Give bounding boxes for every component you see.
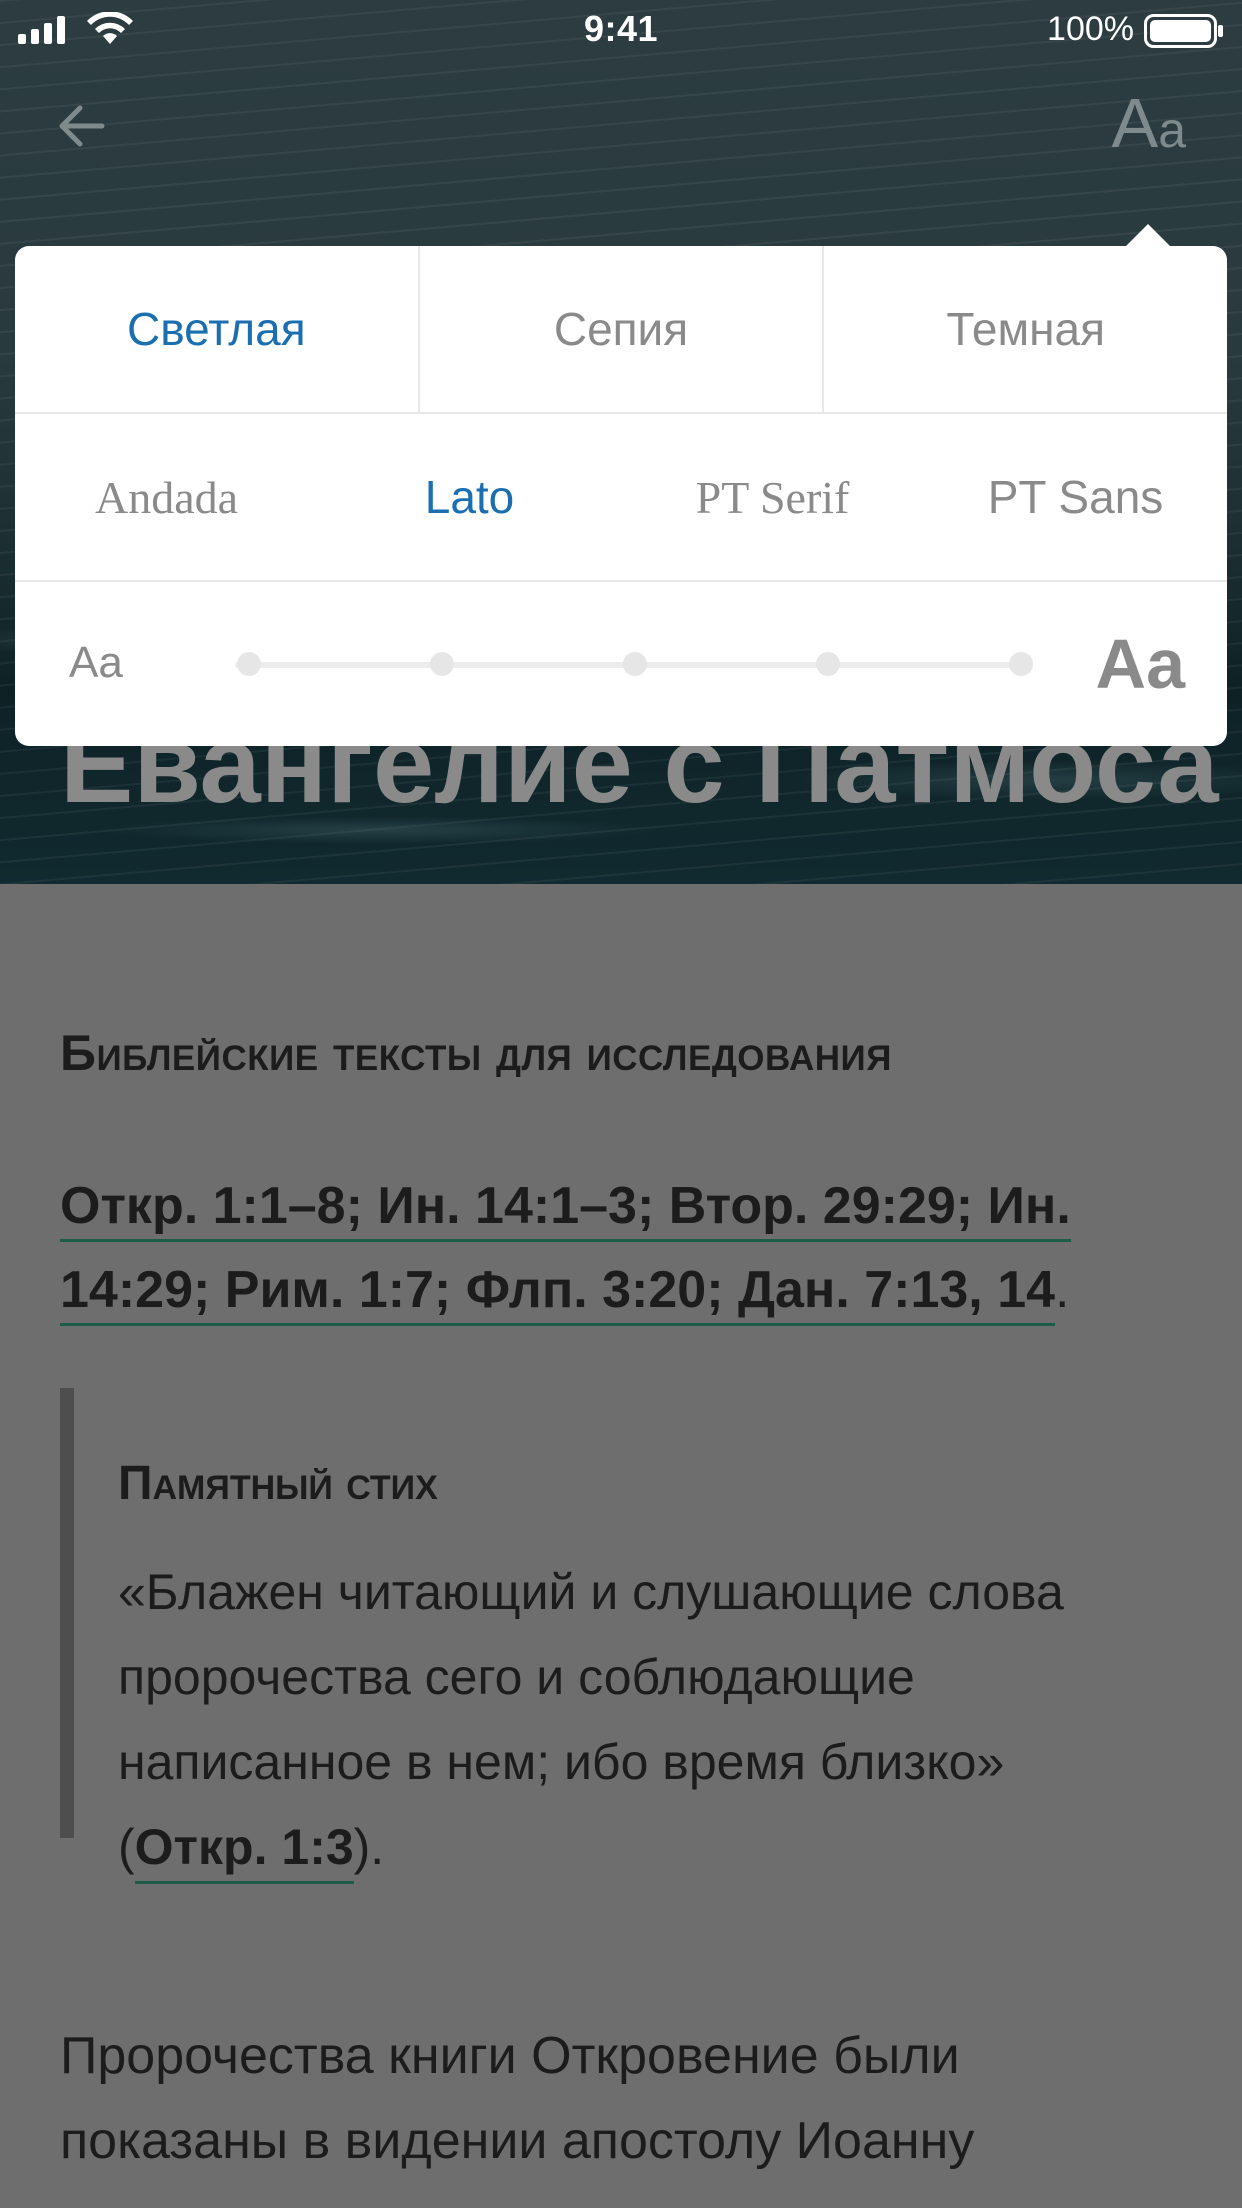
theme-option-light[interactable]: Светлая	[15, 246, 420, 412]
battery-icon	[1144, 14, 1223, 48]
font-size-step-4[interactable]	[816, 652, 840, 676]
section-heading: Библейские тексты для исследования	[60, 1025, 892, 1081]
theme-option-sepia[interactable]: Сепия	[420, 246, 825, 412]
font-size-large-label: Aa	[1095, 625, 1185, 703]
font-option-pt-serif[interactable]: PT Serif	[621, 414, 924, 580]
arrow-left-icon[interactable]	[52, 96, 112, 156]
font-size-small-label: Aa	[69, 638, 123, 687]
font-size-step-2[interactable]	[430, 652, 454, 676]
font-option-pt-sans[interactable]: PT Sans	[924, 414, 1227, 580]
font-settings-button[interactable]: Aa	[1111, 88, 1186, 165]
font-option-andada[interactable]: Andada	[15, 414, 318, 580]
references-link-line-1[interactable]: Откр. 1:1–8; Ин. 14:1–3; Втор. 29:29; Ин…	[60, 1177, 1071, 1242]
battery-percentage: 100%	[1047, 10, 1134, 48]
scripture-references: Откр. 1:1–8; Ин. 14:1–3; Втор. 29:29; Ин…	[60, 1164, 1190, 1332]
font-toggle-big-letter: A	[1111, 84, 1159, 162]
theme-selector: Светлая Сепия Темная	[15, 246, 1227, 414]
font-size-step-1[interactable]	[237, 652, 261, 676]
status-bar: 9:41 100%	[0, 0, 1242, 60]
memory-verse-reference-link[interactable]: Откр. 1:3	[134, 1819, 354, 1884]
references-link-line-2[interactable]: 14:29; Рим. 1:7; Флп. 3:20; Дан. 7:13, 1…	[60, 1261, 1056, 1326]
reading-settings-popover: Светлая Сепия Темная Andada Lato PT Seri…	[15, 224, 1227, 746]
font-toggle-small-letter: a	[1158, 102, 1186, 158]
memory-verse-text: «Блажен читающий и слушающие слова проро…	[118, 1550, 1158, 1890]
popover-caret	[1126, 224, 1170, 246]
font-size-step-5[interactable]	[1009, 652, 1033, 676]
memory-verse-block: Памятный стих «Блажен читающий и слушающ…	[60, 1388, 1196, 1884]
font-selector: Andada Lato PT Serif PT Sans	[15, 414, 1227, 582]
references-period: .	[1055, 1261, 1070, 1319]
theme-option-dark[interactable]: Темная	[824, 246, 1227, 412]
body-paragraph: Пророчества книги Откровение были показа…	[60, 2027, 975, 2170]
font-size-selector: Aa Aa	[15, 582, 1227, 746]
font-size-step-3[interactable]	[623, 652, 647, 676]
article-content: Библейские тексты для исследования Откр.…	[0, 884, 1242, 2208]
memory-verse-title: Памятный стих	[118, 1457, 438, 1510]
memory-verse-closing: ).	[353, 1819, 385, 1875]
font-option-lato[interactable]: Lato	[318, 414, 621, 580]
